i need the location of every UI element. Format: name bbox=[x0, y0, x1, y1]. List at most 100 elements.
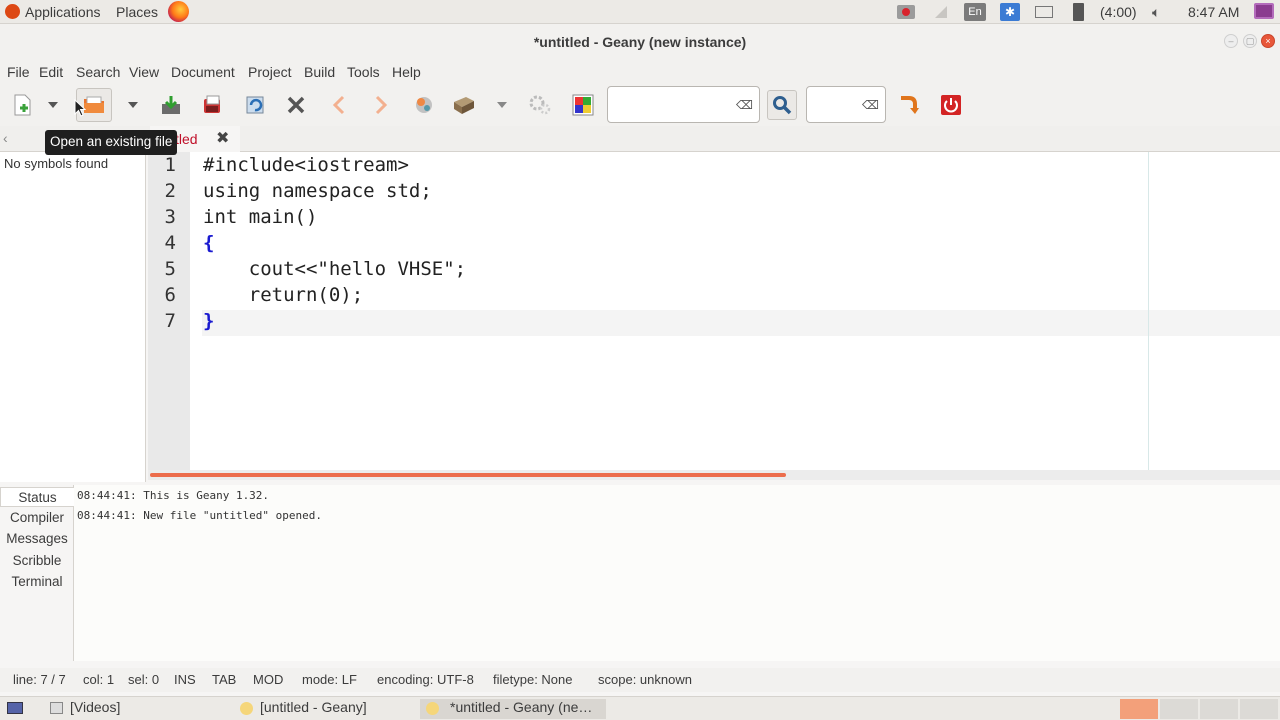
quit-icon[interactable] bbox=[938, 92, 964, 118]
execute-gears-icon[interactable] bbox=[527, 92, 553, 118]
menu-build[interactable]: Build bbox=[304, 64, 335, 80]
line-number: 3 bbox=[164, 206, 176, 228]
build-dropdown-icon[interactable] bbox=[495, 92, 509, 118]
battery-icon[interactable] bbox=[1073, 3, 1084, 21]
tab-label: tled bbox=[175, 131, 198, 147]
menu-search[interactable]: Search bbox=[76, 64, 120, 80]
tabs-row: ‹ › tled ✖ bbox=[0, 126, 1280, 152]
mouse-cursor-icon bbox=[74, 98, 87, 120]
save-all-icon[interactable] bbox=[199, 92, 225, 118]
message-window-tabs: Status Compiler Messages Scribble Termin… bbox=[0, 485, 74, 661]
code-line[interactable]: #include<iostream> bbox=[203, 154, 409, 176]
window-title: *untitled - Geany (new instance) bbox=[533, 34, 747, 50]
menu-help[interactable]: Help bbox=[392, 64, 421, 80]
mail-icon[interactable] bbox=[1035, 6, 1053, 18]
clock[interactable]: 8:47 AM bbox=[1188, 4, 1239, 20]
ubuntu-menu-icon[interactable] bbox=[5, 4, 20, 19]
tab-status[interactable]: Status bbox=[0, 487, 74, 507]
sidebar-scroll-left-icon[interactable]: ‹ bbox=[3, 130, 8, 146]
status-sel: sel: 0 bbox=[128, 672, 160, 687]
bluetooth-icon[interactable]: ✱ bbox=[1000, 3, 1020, 21]
scrollbar-thumb[interactable] bbox=[150, 473, 786, 477]
taskbar-item-geany[interactable]: [untitled - Geany] bbox=[236, 699, 411, 719]
open-file-dropdown-icon[interactable] bbox=[126, 92, 140, 118]
firefox-icon[interactable] bbox=[168, 1, 189, 22]
folder-icon bbox=[50, 702, 63, 714]
fold-margin bbox=[190, 152, 202, 470]
toolbar: ⌫ ⌫ bbox=[0, 84, 1280, 126]
applications-menu[interactable]: Applications bbox=[25, 4, 101, 20]
taskbar-item-geany-active[interactable]: *untitled - Geany (ne… bbox=[420, 699, 606, 719]
horizontal-scrollbar[interactable] bbox=[148, 470, 1280, 480]
keyboard-language-indicator[interactable]: En bbox=[964, 3, 986, 21]
battery-time[interactable]: (4:00) bbox=[1100, 4, 1137, 20]
top-panel: Applications Places En ✱ (4:00) 🔈︎ 8:47 … bbox=[0, 0, 1280, 24]
tab-messages[interactable]: Messages bbox=[0, 531, 74, 546]
code-editor[interactable]: 1 2 3 4 5 6 7 #include<iostream> using n… bbox=[148, 152, 1280, 480]
status-filetype: filetype: None bbox=[493, 672, 573, 687]
tooltip: Open an existing file bbox=[45, 130, 178, 155]
session-icon[interactable] bbox=[1254, 3, 1274, 19]
line-number: 2 bbox=[164, 180, 176, 202]
menu-file[interactable]: File bbox=[7, 64, 30, 80]
status-line: line: 7 / 7 bbox=[13, 672, 66, 687]
minimize-button[interactable]: – bbox=[1224, 34, 1238, 48]
status-tab: TAB bbox=[212, 672, 237, 687]
clear-goto-icon[interactable]: ⌫ bbox=[862, 98, 879, 112]
code-line[interactable]: { bbox=[203, 232, 214, 254]
geany-icon bbox=[426, 702, 439, 715]
navigate-back-icon[interactable] bbox=[326, 92, 352, 118]
new-file-dropdown-icon[interactable] bbox=[46, 92, 60, 118]
reload-icon[interactable] bbox=[242, 92, 268, 118]
status-messages[interactable]: 08:44:41: This is Geany 1.32. 08:44:41: … bbox=[74, 485, 1280, 661]
code-line[interactable]: int main() bbox=[203, 206, 317, 228]
new-file-icon[interactable] bbox=[9, 92, 35, 118]
tab-scribble[interactable]: Scribble bbox=[0, 553, 74, 568]
navigate-forward-icon[interactable] bbox=[368, 92, 394, 118]
menu-edit[interactable]: Edit bbox=[39, 64, 63, 80]
goto-line-input[interactable]: ⌫ bbox=[806, 86, 886, 123]
tab-terminal[interactable]: Terminal bbox=[0, 574, 74, 589]
build-icon[interactable] bbox=[451, 92, 477, 118]
workspace-4[interactable] bbox=[1240, 699, 1278, 719]
places-menu[interactable]: Places bbox=[116, 4, 158, 20]
workspace-2[interactable] bbox=[1160, 699, 1198, 719]
show-desktop-icon[interactable] bbox=[7, 702, 23, 714]
maximize-button[interactable]: ▢ bbox=[1243, 34, 1257, 48]
taskbar-item-videos[interactable]: [Videos] bbox=[46, 699, 226, 719]
menu-document[interactable]: Document bbox=[171, 64, 235, 80]
volume-icon[interactable]: 🔈︎ bbox=[1152, 4, 1160, 21]
recorder-icon[interactable] bbox=[897, 5, 915, 19]
current-line-highlight bbox=[202, 310, 1280, 336]
status-mod: MOD bbox=[253, 672, 284, 687]
tab-close-icon[interactable]: ✖ bbox=[216, 128, 229, 148]
menu-tools[interactable]: Tools bbox=[347, 64, 380, 80]
compile-icon[interactable] bbox=[411, 92, 437, 118]
workspace-3[interactable] bbox=[1200, 699, 1238, 719]
taskbar-label: *untitled - Geany (ne… bbox=[450, 699, 593, 715]
clear-search-icon[interactable]: ⌫ bbox=[736, 98, 753, 112]
code-line[interactable]: return(0); bbox=[203, 284, 363, 306]
search-icon[interactable] bbox=[767, 90, 797, 120]
close-file-icon[interactable] bbox=[283, 92, 309, 118]
code-line[interactable]: using namespace std; bbox=[203, 180, 432, 202]
wifi-icon[interactable] bbox=[933, 4, 949, 20]
color-chooser-icon[interactable] bbox=[570, 92, 596, 118]
save-icon[interactable] bbox=[158, 92, 184, 118]
menu-project[interactable]: Project bbox=[248, 64, 292, 80]
close-window-button[interactable]: × bbox=[1261, 34, 1275, 48]
status-message: 08:44:41: This is Geany 1.32. bbox=[77, 489, 270, 502]
code-line[interactable]: } bbox=[203, 310, 214, 332]
geany-icon bbox=[240, 702, 253, 715]
workspace-1[interactable] bbox=[1120, 699, 1158, 719]
code-line[interactable]: cout<<"hello VHSE"; bbox=[203, 258, 466, 280]
jump-to-line-icon[interactable] bbox=[895, 92, 921, 118]
status-encoding: encoding: UTF-8 bbox=[377, 672, 474, 687]
tab-compiler[interactable]: Compiler bbox=[0, 510, 74, 525]
line-number: 6 bbox=[164, 284, 176, 306]
menu-bar: File Edit Search View Document Project B… bbox=[0, 60, 1280, 84]
menu-view[interactable]: View bbox=[129, 64, 159, 80]
search-input[interactable]: ⌫ bbox=[607, 86, 760, 123]
taskbar-label: [untitled - Geany] bbox=[260, 699, 367, 715]
line-number: 7 bbox=[164, 310, 176, 332]
